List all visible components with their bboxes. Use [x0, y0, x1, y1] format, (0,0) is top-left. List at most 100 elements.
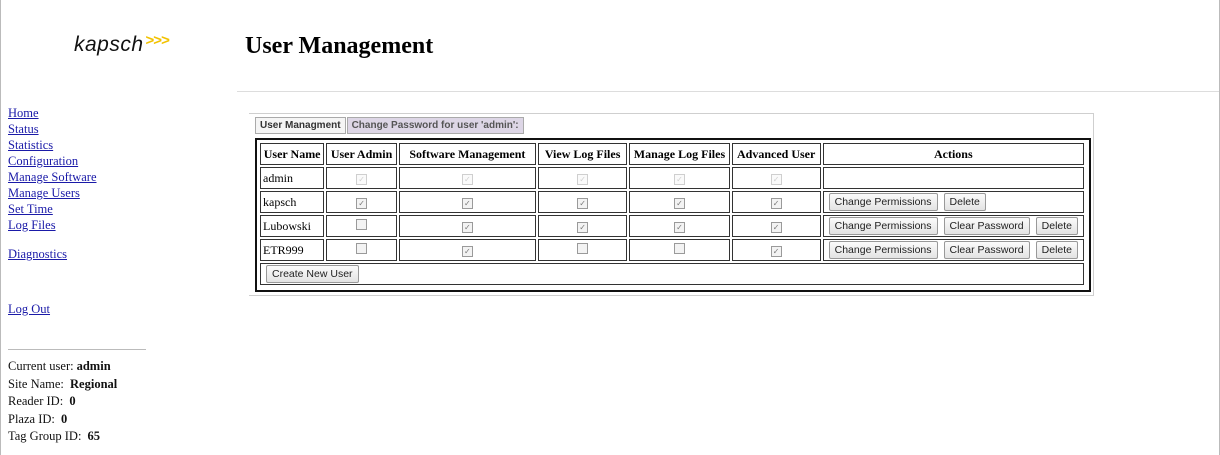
- permission-checkbox: ✓: [461, 173, 473, 185]
- permission-checkbox[interactable]: [673, 242, 685, 254]
- nav-manage-software[interactable]: Manage Software: [8, 169, 97, 185]
- permission-cell: [629, 239, 730, 261]
- site-name-line: Site Name: Regional: [8, 376, 118, 391]
- tab-change-password[interactable]: Change Password for user 'admin':: [346, 117, 524, 134]
- create-new-user-button[interactable]: Create New User: [266, 265, 359, 283]
- sidebar-divider: [8, 349, 146, 350]
- permission-cell: ✓: [537, 167, 628, 189]
- users-table-frame: User Name User Admin Software Management Vi…: [255, 138, 1091, 292]
- permission-cell: ✓: [398, 215, 536, 237]
- column-header: User Admin: [326, 143, 397, 165]
- user-name-cell: admin: [260, 167, 325, 189]
- nav-log-files[interactable]: Log Files: [8, 217, 97, 233]
- permission-checkbox: ✓: [673, 173, 685, 185]
- column-header: Manage Log Files: [629, 143, 730, 165]
- nav-manage-users[interactable]: Manage Users: [8, 185, 97, 201]
- permission-cell: ✓: [326, 191, 397, 213]
- table-row: ETR999 ✓ ✓ Change Permissions Clear Password…: [260, 239, 1084, 261]
- actions-cell: Change Permissions Clear Password Delete: [822, 239, 1084, 261]
- change-permissions-button[interactable]: Change Permissions: [828, 241, 938, 259]
- actions-cell: Change Permissions Delete: [822, 191, 1084, 213]
- permission-cell: ✓: [629, 167, 730, 189]
- page-title: User Management: [245, 33, 434, 59]
- tab-bar: User Managment Change Password for user '…: [255, 117, 525, 134]
- tab-user-management[interactable]: User Managment: [255, 117, 346, 134]
- session-info: Current user: admin Site Name: Regional R…: [8, 358, 117, 446]
- tag-group-line: Tag Group ID: 65: [8, 429, 101, 443]
- permission-cell: ✓: [731, 239, 821, 261]
- column-header: View Log Files: [537, 143, 628, 165]
- permission-checkbox[interactable]: ✓: [770, 197, 782, 209]
- permission-cell: ✓: [537, 191, 628, 213]
- nav-statistics[interactable]: Statistics: [8, 137, 97, 153]
- permission-cell: ✓: [731, 167, 821, 189]
- permission-cell: ✓: [398, 191, 536, 213]
- delete-button[interactable]: Delete: [1035, 217, 1078, 235]
- permission-cell: ✓: [731, 215, 821, 237]
- actions-cell: [822, 167, 1084, 189]
- users-table: User Name User Admin Software Management Vi…: [258, 141, 1086, 287]
- nav-logout[interactable]: Log Out: [8, 301, 97, 317]
- permission-checkbox[interactable]: ✓: [577, 221, 589, 233]
- permission-cell: [326, 215, 397, 237]
- permission-checkbox: ✓: [356, 173, 368, 185]
- column-header: Software Management: [398, 143, 536, 165]
- permission-checkbox[interactable]: [356, 218, 368, 230]
- kapsch-logo: kapsch >>>: [74, 32, 170, 56]
- column-header: Actions: [822, 143, 1084, 165]
- column-header: User Name: [260, 143, 325, 165]
- change-permissions-button[interactable]: Change Permissions: [828, 193, 938, 211]
- chevron-icon: >>>: [145, 32, 170, 49]
- permission-checkbox[interactable]: ✓: [577, 197, 589, 209]
- permission-checkbox[interactable]: ✓: [770, 221, 782, 233]
- permission-cell: ✓: [629, 215, 730, 237]
- user-name-cell: kapsch: [260, 191, 325, 213]
- permission-checkbox[interactable]: ✓: [461, 221, 473, 233]
- permission-cell: ✓: [537, 215, 628, 237]
- create-user-cell: Create New User: [260, 263, 1084, 285]
- nav-configuration[interactable]: Configuration: [8, 153, 97, 169]
- delete-button[interactable]: Delete: [943, 193, 986, 211]
- permission-checkbox[interactable]: ✓: [461, 245, 473, 257]
- clear-password-button[interactable]: Clear Password: [943, 241, 1030, 259]
- current-user-line: Current user: admin: [8, 359, 111, 373]
- change-permissions-button[interactable]: Change Permissions: [828, 217, 938, 235]
- sidebar-nav: Home Status Statistics Configuration Man…: [8, 105, 97, 317]
- header-divider: [237, 91, 1219, 92]
- nav-diagnostics[interactable]: Diagnostics: [8, 246, 97, 262]
- permission-checkbox: ✓: [577, 173, 589, 185]
- user-name-cell: ETR999: [260, 239, 325, 261]
- permission-cell: [537, 239, 628, 261]
- permission-checkbox[interactable]: ✓: [356, 197, 368, 209]
- permission-cell: ✓: [731, 191, 821, 213]
- permission-cell: ✓: [629, 191, 730, 213]
- permission-checkbox[interactable]: ✓: [770, 245, 782, 257]
- permission-checkbox[interactable]: [577, 242, 589, 254]
- permission-cell: ✓: [326, 167, 397, 189]
- actions-cell: Change Permissions Clear Password Delete: [822, 215, 1084, 237]
- delete-button[interactable]: Delete: [1035, 241, 1078, 259]
- reader-id-line: Reader ID: 0: [8, 394, 76, 408]
- permission-checkbox[interactable]: ✓: [673, 197, 685, 209]
- user-name-cell: Lubowski: [260, 215, 325, 237]
- permission-checkbox[interactable]: ✓: [673, 221, 685, 233]
- permission-checkbox: ✓: [770, 173, 782, 185]
- table-row: kapsch ✓ ✓ ✓ ✓ ✓ Change Permissions Delete: [260, 191, 1084, 213]
- table-row: Lubowski ✓ ✓ ✓ ✓ Change Permissions Clear Pass…: [260, 215, 1084, 237]
- column-header: Advanced User: [731, 143, 821, 165]
- nav-home[interactable]: Home: [8, 105, 97, 121]
- plaza-id-line: Plaza ID: 0: [8, 411, 68, 426]
- create-user-row: Create New User: [260, 263, 1084, 285]
- nav-set-time[interactable]: Set Time: [8, 201, 97, 217]
- permission-cell: ✓: [398, 167, 536, 189]
- table-row: admin ✓ ✓ ✓ ✓ ✓: [260, 167, 1084, 189]
- permission-cell: ✓: [398, 239, 536, 261]
- clear-password-button[interactable]: Clear Password: [943, 217, 1030, 235]
- permission-checkbox[interactable]: [356, 242, 368, 254]
- permission-checkbox[interactable]: ✓: [461, 197, 473, 209]
- permission-cell: [326, 239, 397, 261]
- nav-status[interactable]: Status: [8, 121, 97, 137]
